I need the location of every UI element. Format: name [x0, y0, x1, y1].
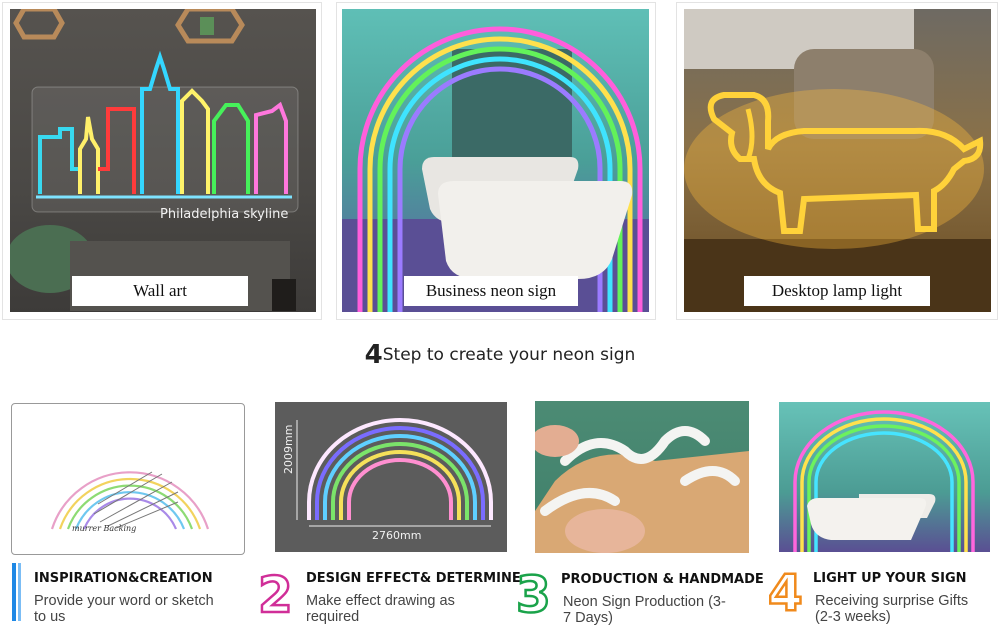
step1-description: Provide your word or sketch to us [34, 593, 214, 625]
step4-number-icon: 4 [767, 564, 804, 622]
sketch-note: murrer Backing [72, 524, 137, 533]
step2-title: DESIGN EFFECT& DETERMINE [306, 571, 521, 586]
desktop-lamp-photo [684, 9, 991, 312]
wall-art-photo [10, 9, 316, 312]
caption-desktop: Desktop lamp light [744, 276, 930, 306]
step2-number-icon: 2 [257, 566, 294, 624]
step3-description: Neon Sign Production (3-7 Days) [563, 594, 726, 626]
step1-number-icon [12, 563, 16, 621]
step3-number-icon: 3 [515, 566, 552, 624]
step1-title: INSPIRATION&CREATION [34, 571, 213, 586]
heading-number: 4 [364, 340, 383, 370]
skyline-overlay-label: Philadelphia skyline [160, 207, 289, 222]
dim-height-label: 2009mm [282, 424, 295, 474]
dim-width-label: 2760mm [372, 529, 422, 542]
caption-wall-art: Wall art [72, 276, 248, 306]
caption-business: Business neon sign [404, 276, 578, 306]
heading-text: Step to create your neon sign [382, 345, 636, 365]
light-up-image [779, 402, 990, 552]
production-image [535, 401, 749, 553]
step3-title: PRODUCTION & HANDMADE [561, 572, 764, 587]
step1-number-icon-glow [18, 563, 21, 621]
section-heading: 4Step to create your neon sign [0, 340, 1000, 370]
step4-description: Receiving surprise Gifts (2-3 weeks) [815, 593, 969, 625]
business-sign-photo [342, 9, 649, 312]
step2-description: Make effect drawing as required [306, 593, 455, 625]
step4-title: LIGHT UP YOUR SIGN [813, 571, 967, 586]
